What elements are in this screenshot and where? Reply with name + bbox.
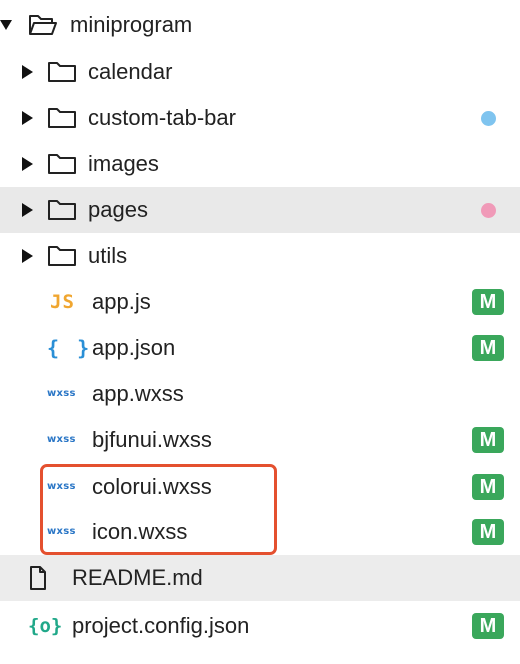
tree-item-label: app.wxss <box>92 381 184 406</box>
wxss-file-icon: wxss <box>47 388 76 399</box>
tree-item-label: colorui.wxss <box>92 474 212 499</box>
tree-item-label: calendar <box>88 59 173 84</box>
tree-item-calendar[interactable]: calendar <box>0 49 520 95</box>
tree-item-label: custom-tab-bar <box>88 105 236 130</box>
tree-item-label: icon.wxss <box>92 519 188 544</box>
wxss-file-icon: wxss <box>47 526 76 537</box>
tree-root-miniprogram[interactable]: miniprogram <box>0 2 520 48</box>
tree-item-project-config-json[interactable]: {o} project.config.json M <box>0 603 520 649</box>
modified-badge: M <box>472 427 504 453</box>
tree-item-label: pages <box>88 197 148 222</box>
modified-badge: M <box>472 335 504 361</box>
tree-item-label: app.js <box>92 289 151 314</box>
tree-item-app-js[interactable]: JS app.js M <box>0 279 520 325</box>
modified-status-dot <box>481 203 496 218</box>
modified-badge: M <box>472 519 504 545</box>
tree-item-utils[interactable]: utils <box>0 233 520 279</box>
tree-item-icon-wxss[interactable]: wxss icon.wxss M <box>0 509 520 555</box>
chevron-right-icon <box>22 249 33 263</box>
wxss-file-icon: wxss <box>47 481 76 492</box>
folder-icon <box>48 62 76 82</box>
folder-icon <box>48 108 76 128</box>
tree-item-label: bjfunui.wxss <box>92 427 212 452</box>
config-file-icon: {o} <box>28 615 63 637</box>
json-file-icon: { } <box>47 336 93 360</box>
modified-badge: M <box>472 289 504 315</box>
tree-item-label: project.config.json <box>72 613 250 638</box>
tree-item-label: miniprogram <box>70 12 193 37</box>
tree-item-label: images <box>88 151 159 176</box>
tree-item-label: README.md <box>72 565 203 590</box>
tree-item-custom-tab-bar[interactable]: custom-tab-bar <box>0 95 520 141</box>
tree-item-pages[interactable]: pages <box>0 187 520 233</box>
tree-item-readme-md[interactable]: README.md <box>0 555 520 601</box>
chevron-down-icon <box>0 20 12 30</box>
modified-badge: M <box>472 613 504 639</box>
tree-item-label: app.json <box>92 335 176 360</box>
untracked-status-dot <box>481 111 496 126</box>
tree-item-app-json[interactable]: { } app.json M <box>0 325 520 371</box>
javascript-file-icon: JS <box>50 291 75 313</box>
folder-icon <box>48 200 76 220</box>
tree-item-colorui-wxss[interactable]: wxss colorui.wxss M <box>0 464 520 510</box>
chevron-right-icon <box>22 203 33 217</box>
tree-item-label: utils <box>88 243 128 268</box>
tree-item-images[interactable]: images <box>0 141 520 187</box>
chevron-right-icon <box>22 157 33 171</box>
folder-icon <box>48 154 76 174</box>
wxss-file-icon: wxss <box>47 434 76 445</box>
folder-icon <box>48 246 76 266</box>
tree-item-bjfunui-wxss[interactable]: wxss bjfunui.wxss M <box>0 417 520 463</box>
open-folder-icon <box>29 15 57 35</box>
modified-badge: M <box>472 474 504 500</box>
document-file-icon <box>30 566 46 590</box>
tree-item-app-wxss[interactable]: wxss app.wxss <box>0 371 520 417</box>
chevron-right-icon <box>22 111 33 125</box>
chevron-right-icon <box>22 65 33 79</box>
